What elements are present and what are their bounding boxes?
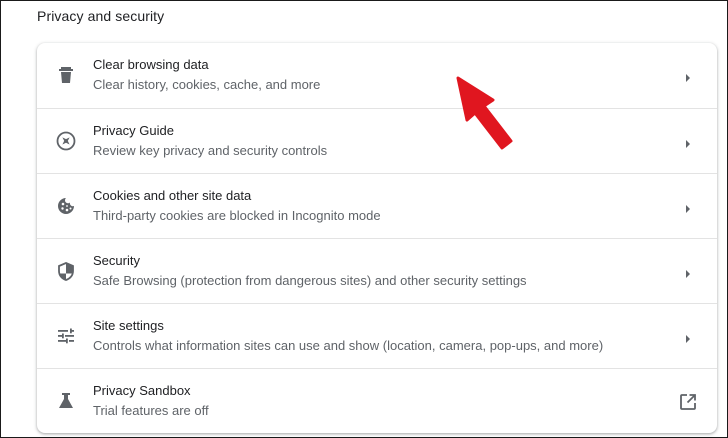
row-description: Review key privacy and security controls	[93, 143, 328, 158]
chevron-right-icon	[683, 136, 693, 148]
row-label: Cookies and other site data	[93, 188, 252, 203]
row-label: Privacy Guide	[93, 123, 174, 138]
annotation-arrow-icon	[456, 76, 513, 150]
section-title: Privacy and security	[37, 8, 165, 24]
row-description: Clear history, cookies, cache, and more	[93, 77, 321, 92]
site-settings-row[interactable]: Site settings Controls what information …	[37, 303, 717, 368]
chevron-right-icon	[683, 70, 693, 82]
chevron-right-icon	[683, 201, 693, 213]
cookies-site-data-row[interactable]: Cookies and other site data Third-party …	[37, 173, 717, 238]
row-description: Trial features are off	[93, 403, 209, 418]
row-description: Controls what information sites can use …	[93, 338, 604, 353]
trash-icon	[56, 65, 76, 85]
clear-browsing-data-row[interactable]: Clear browsing data Clear history, cooki…	[37, 43, 717, 108]
compass-icon	[56, 131, 76, 151]
open-in-new-icon[interactable]	[679, 393, 697, 411]
row-label: Privacy Sandbox	[93, 383, 191, 398]
row-description: Third-party cookies are blocked in Incog…	[93, 208, 381, 223]
cookie-icon	[56, 196, 76, 216]
settings-page: Privacy and security Clear browsing data…	[0, 0, 728, 438]
row-label: Security	[93, 253, 140, 268]
chevron-right-icon	[683, 331, 693, 343]
privacy-sandbox-row[interactable]: Privacy Sandbox Trial features are off	[37, 368, 717, 433]
chevron-right-icon	[683, 266, 693, 278]
security-row[interactable]: Security Safe Browsing (protection from …	[37, 238, 717, 303]
shield-icon	[56, 261, 76, 281]
row-label: Site settings	[93, 318, 164, 333]
tune-sliders-icon	[56, 326, 76, 346]
privacy-security-card: Clear browsing data Clear history, cooki…	[37, 43, 717, 433]
row-description: Safe Browsing (protection from dangerous…	[93, 273, 527, 288]
flask-icon	[56, 391, 76, 411]
privacy-guide-row[interactable]: Privacy Guide Review key privacy and sec…	[37, 108, 717, 173]
row-label: Clear browsing data	[93, 57, 209, 72]
